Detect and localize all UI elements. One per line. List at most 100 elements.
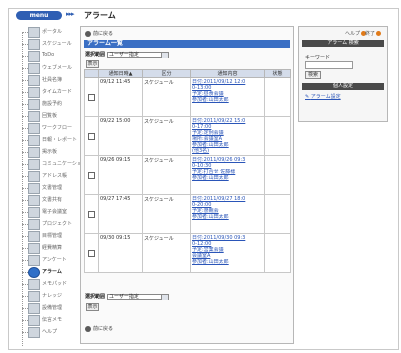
content-link[interactable]: 日付:2011/09/27 18:0 0-20:00 予定:懇親会 参加者:山田太郎 — [192, 196, 263, 220]
sidebar-item-label: アラーム — [42, 269, 62, 275]
calendar-icon — [28, 39, 40, 50]
select-cell — [84, 194, 99, 234]
bottom-back-link[interactable]: 前に戻る — [85, 325, 113, 332]
content-line: 参加者:山田太郎 — [192, 214, 229, 220]
list-title: アラーム一覧 — [84, 40, 290, 48]
sidebar-item-label: 設備管理 — [42, 305, 63, 311]
sidebar-item-equipment[interactable]: 設備管理 — [20, 302, 80, 314]
content-link[interactable]: 日付:2011/09/30 09:3 0-12:00 予定:営業会議 会議室A 参加者:… — [192, 235, 263, 265]
type-cell: スケジュール — [142, 155, 191, 195]
sidebar-item-portal[interactable]: ポータル — [20, 26, 80, 38]
chevron-down-icon — [161, 52, 169, 58]
status-cell — [264, 155, 291, 195]
sidebar-item-addressbook[interactable]: アドレス帳 — [20, 170, 80, 182]
content-link[interactable]: 日付:2011/09/26 09:3 0-10:30 予定:打合せ 佐藤様 参加者:山… — [192, 157, 263, 181]
document-icon — [28, 111, 40, 122]
target-icon — [28, 231, 40, 242]
sidebar-item-project[interactable]: プロジェクト — [20, 218, 80, 230]
sidebar-item-report[interactable]: 日報・レポート — [20, 134, 80, 146]
sidebar-item-knowledge[interactable]: ナレッジ — [20, 290, 80, 302]
row-checkbox[interactable] — [88, 94, 95, 101]
addressbook-icon — [28, 171, 40, 182]
sidebar-item-survey[interactable]: アンケート — [20, 254, 80, 266]
display-button[interactable]: 表示 — [86, 60, 99, 68]
sidebar-item-message[interactable]: 伝言メモ — [20, 314, 80, 326]
content-cell: 日付:2011/09/27 18:0 0-20:00 予定:懇親会 参加者:山田太郎 — [190, 194, 265, 234]
content-line: 参加者:山田太郎 — [192, 259, 229, 265]
row-checkbox[interactable] — [88, 211, 95, 218]
sidebar-item-documents[interactable]: 文書管理 — [20, 182, 80, 194]
range-select[interactable]: ユーザー指定 — [107, 51, 170, 58]
report-icon — [28, 135, 40, 146]
sidebar-item-label: 伝言メモ — [42, 317, 63, 323]
filter-label: 選択範囲 — [85, 52, 106, 58]
sidebar-item-forum[interactable]: 電子会議室 — [20, 206, 80, 218]
sidebar-item-communication[interactable]: コミュニケーション — [20, 158, 87, 170]
sidebar-item-help[interactable]: ヘルプ — [20, 326, 80, 338]
sidebar-item-timecard[interactable]: タイムカード — [20, 86, 80, 98]
sidebar-item-label: ナレッジ — [42, 293, 63, 299]
alarm-icon — [28, 267, 40, 278]
sidebar-item-label: スケジュール — [42, 41, 72, 47]
row-checkbox[interactable] — [88, 172, 95, 179]
workflow-icon — [28, 123, 40, 134]
clock-icon — [28, 87, 40, 98]
menu-button[interactable]: menu — [16, 11, 62, 20]
sidebar-item-memopad[interactable]: メモパッド — [20, 278, 80, 290]
logout-label: 終了 — [365, 31, 376, 37]
keyword-input[interactable] — [305, 61, 353, 69]
range-select-value: ユーザー指定 — [109, 51, 139, 58]
col-header-type[interactable]: 区分 — [142, 69, 191, 78]
row-checkbox[interactable] — [88, 250, 95, 257]
content-link[interactable]: 日付:2011/09/22 15:0 0-17:00 予定:定例会議 場所:会議室A 参… — [192, 118, 263, 154]
sidebar-item-workflow[interactable]: ワークフロー — [20, 122, 80, 134]
alarm-settings-link[interactable]: ✎ アラーム設定 — [305, 93, 341, 100]
sidebar-item-directory[interactable]: 社員名簿 — [20, 74, 80, 86]
bottom-filter-row: 選択範囲 ユーザー指定 — [85, 293, 170, 300]
content-cell: 日付:2011/09/22 15:0 0-17:00 予定:定例会議 場所:会議室A 参… — [190, 116, 265, 156]
survey-icon — [28, 255, 40, 266]
col-header-status[interactable]: 状態 — [264, 69, 291, 78]
sidebar-item-label: ヘルプ — [42, 329, 58, 335]
sidebar-item-label: タイムカード — [42, 89, 72, 95]
col-header-content[interactable]: 通知内容 — [190, 69, 265, 78]
bottom-range-select[interactable]: ユーザー指定 — [107, 293, 170, 300]
sidebar-item-expenses[interactable]: 経費精算 — [20, 242, 80, 254]
row-checkbox[interactable] — [88, 133, 95, 140]
content-line: 参加者:山田太郎 — [192, 175, 229, 181]
sidebar-item-webmail[interactable]: ウェブメール — [20, 62, 80, 74]
col-header-datetime[interactable]: 通知日時▲ — [98, 69, 143, 78]
sidebar-item-schedule[interactable]: スケジュール — [20, 38, 80, 50]
sidebar-item-bulletin[interactable]: 掲示板 — [20, 146, 80, 158]
sidebar-item-facility[interactable]: 施設予約 — [20, 98, 80, 110]
chevron-down-icon — [161, 294, 169, 300]
sidebar-item-label: ToDo — [42, 52, 55, 58]
sidebar-item-circular[interactable]: 回覧板 — [20, 110, 80, 122]
status-cell — [264, 116, 291, 156]
search-button[interactable]: 検索 — [305, 71, 321, 79]
help-link[interactable]: ヘルプ — [345, 30, 367, 37]
content-link[interactable]: 日付:2011/09/12 12:0 0-13:00 予定:昼食会議 参加者:山田太郎 — [192, 79, 263, 103]
message-icon — [28, 315, 40, 326]
sidebar-item-sharing[interactable]: 文書共有 — [20, 194, 80, 206]
keyword-label: キーワード — [305, 55, 331, 61]
equipment-icon — [28, 303, 40, 314]
datetime-cell: 09/12 11:45 — [98, 77, 143, 117]
sidebar-item-alarm[interactable]: アラーム — [20, 266, 80, 278]
content-line: (他3名) — [192, 148, 210, 154]
filter-row: 選択範囲 ユーザー指定 — [85, 51, 170, 58]
bottom-display-button[interactable]: 表示 — [86, 303, 99, 311]
building-icon — [28, 99, 40, 110]
todo-icon — [28, 51, 40, 62]
sidebar-item-goals[interactable]: 目標管理 — [20, 230, 80, 242]
sidebar-item-label: 経費精算 — [42, 245, 63, 251]
table-row: 09/22 15:00 スケジュール 日付:2011/09/22 15:0 0-1… — [84, 116, 291, 156]
logout-link[interactable]: 終了 — [365, 30, 382, 37]
status-cell — [264, 233, 291, 273]
back-link[interactable]: 前に戻る — [85, 30, 113, 37]
sidebar-item-todo[interactable]: ToDo — [20, 50, 80, 62]
person-icon — [28, 75, 40, 86]
share-icon — [28, 195, 40, 206]
project-icon — [28, 219, 40, 230]
book-icon — [28, 291, 40, 302]
